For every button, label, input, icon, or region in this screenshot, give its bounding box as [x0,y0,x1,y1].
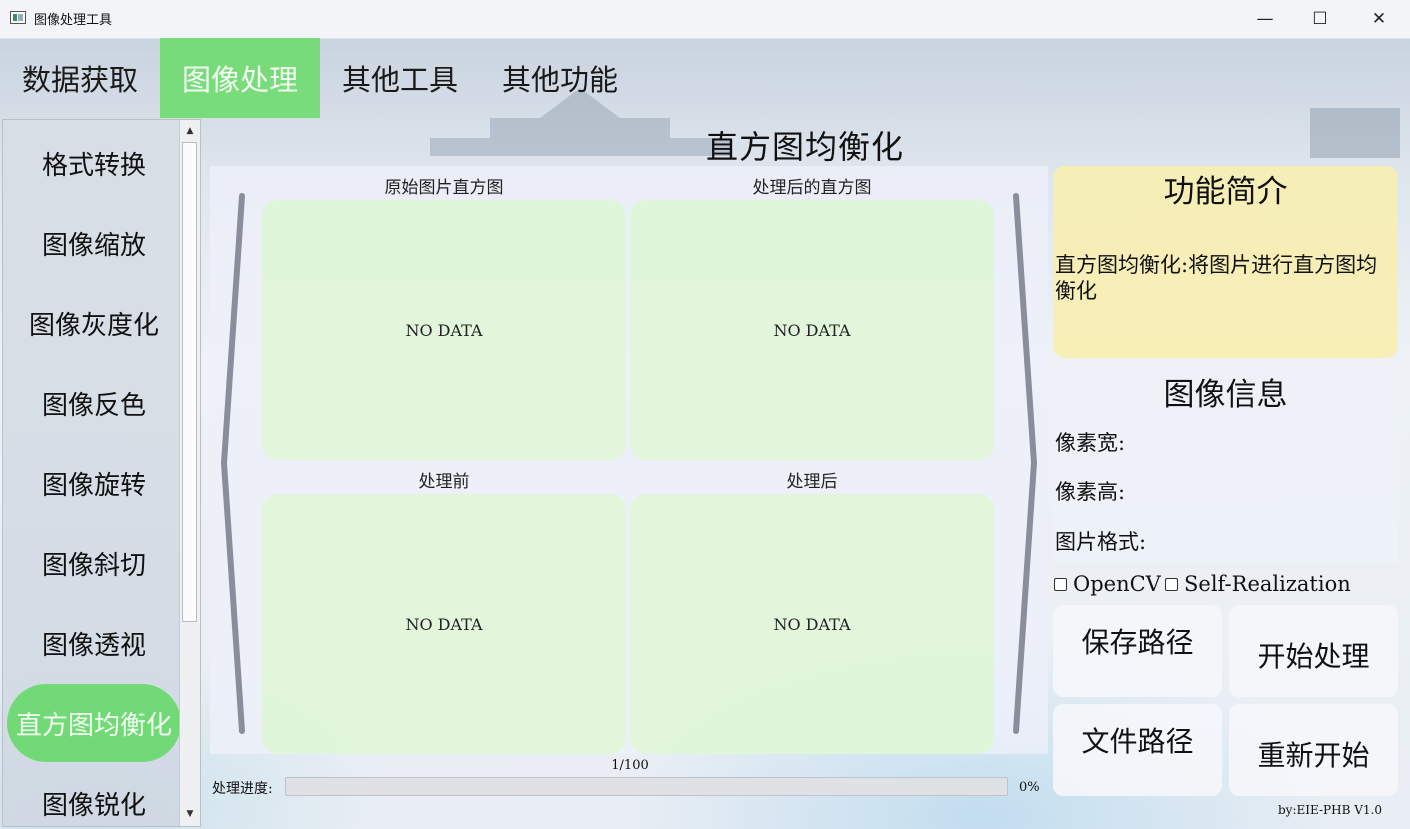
minimize-button[interactable]: — [1236,0,1294,38]
progress-count: 1/100 [611,758,649,773]
sidebar-item-image-scale[interactable]: 图像缩放 [7,204,181,282]
maximize-button[interactable]: ☐ [1291,0,1349,38]
close-button[interactable]: ✕ [1350,0,1408,38]
sidebar-item-format-convert[interactable]: 格式转换 [7,124,181,202]
function-intro-text: 直方图均衡化:将图片进行直方图均衡化 [1055,253,1378,303]
self-realization-checkbox-label: Self-Realization [1184,572,1351,596]
scroll-down-icon[interactable]: ▼ [180,804,200,824]
pixel-width-label: 像素宽: [1055,431,1126,455]
scroll-up-icon[interactable]: ▲ [180,121,200,141]
image-viewer: 原始图片直方图 处理后的直方图 NO DATA NO DATA 处理前 处理后 … [210,166,1048,754]
checkbox-icon[interactable] [1165,577,1178,591]
no-data-text: NO DATA [405,614,483,634]
sidebar-item-sharpen[interactable]: 图像锐化 [7,764,181,826]
tab-other-tools[interactable]: 其他工具 [320,38,480,118]
before-image-panel: NO DATA [262,494,626,754]
tab-data-acquisition[interactable]: 数据获取 [0,38,160,118]
next-arrow-icon[interactable] [1010,186,1040,741]
tab-image-processing[interactable]: 图像处理 [160,38,321,118]
processed-histogram-panel: NO DATA [630,200,994,460]
processed-histogram-label: 处理后的直方图 [752,178,872,198]
opencv-checkbox[interactable]: OpenCV [1054,572,1161,596]
sidebar-item-invert[interactable]: 图像反色 [7,364,181,442]
image-info-card: 图像信息 像素宽: 像素高: 图片格式: [1053,365,1398,563]
no-data-text: NO DATA [773,320,851,340]
image-format-label: 图片格式: [1055,530,1147,554]
window-title: 图像处理工具 [34,13,113,28]
progress-percent: 0% [1019,780,1040,795]
image-info-title: 图像信息 [1163,377,1288,413]
sidebar-item-perspective[interactable]: 图像透视 [7,604,181,682]
restart-button[interactable]: 重新开始 [1229,704,1398,796]
original-histogram-label: 原始图片直方图 [384,178,504,198]
save-path-button[interactable]: 保存路径 [1053,605,1222,697]
file-path-button[interactable]: 文件路径 [1053,704,1222,796]
sidebar-item-grayscale[interactable]: 图像灰度化 [7,284,181,362]
previous-arrow-icon[interactable] [218,186,248,741]
no-data-text: NO DATA [405,320,483,340]
building-silhouette [1310,108,1400,158]
pixel-height-label: 像素高: [1055,480,1126,504]
version-footer: by:EIE-PHB V1.0 [1278,803,1382,817]
sidebar-scrollbar[interactable]: ▲ ▼ [179,120,200,826]
function-intro-title: 功能简介 [1163,174,1288,210]
sidebar-item-histogram-equalization[interactable]: 直方图均衡化 [7,684,181,762]
self-realization-checkbox[interactable]: Self-Realization [1165,572,1351,596]
checkbox-icon[interactable] [1054,577,1067,591]
progress-label: 处理进度: [212,781,273,797]
no-data-text: NO DATA [773,614,851,634]
top-nav: 数据获取 图像处理 其他工具 其他功能 [0,38,640,118]
original-histogram-panel: NO DATA [262,200,626,460]
function-intro-card: 功能简介 直方图均衡化:将图片进行直方图均衡化 [1053,166,1398,358]
window-titlebar: 图像处理工具 — ☐ ✕ [0,0,1410,39]
sidebar-item-rotate[interactable]: 图像旋转 [7,444,181,522]
app-icon [10,11,26,24]
sidebar-item-shear[interactable]: 图像斜切 [7,524,181,602]
page-title: 直方图均衡化 [705,128,904,166]
after-image-label: 处理后 [786,472,838,492]
after-image-panel: NO DATA [630,494,994,754]
sidebar: 格式转换 图像缩放 图像灰度化 图像反色 图像旋转 图像斜切 图像透视 直方图均… [2,119,201,827]
start-processing-button[interactable]: 开始处理 [1229,605,1398,697]
opencv-checkbox-label: OpenCV [1073,572,1161,596]
scrollbar-thumb[interactable] [182,142,197,622]
tab-other-functions[interactable]: 其他功能 [480,38,640,118]
progress-bar [285,777,1008,796]
before-image-label: 处理前 [418,472,470,492]
